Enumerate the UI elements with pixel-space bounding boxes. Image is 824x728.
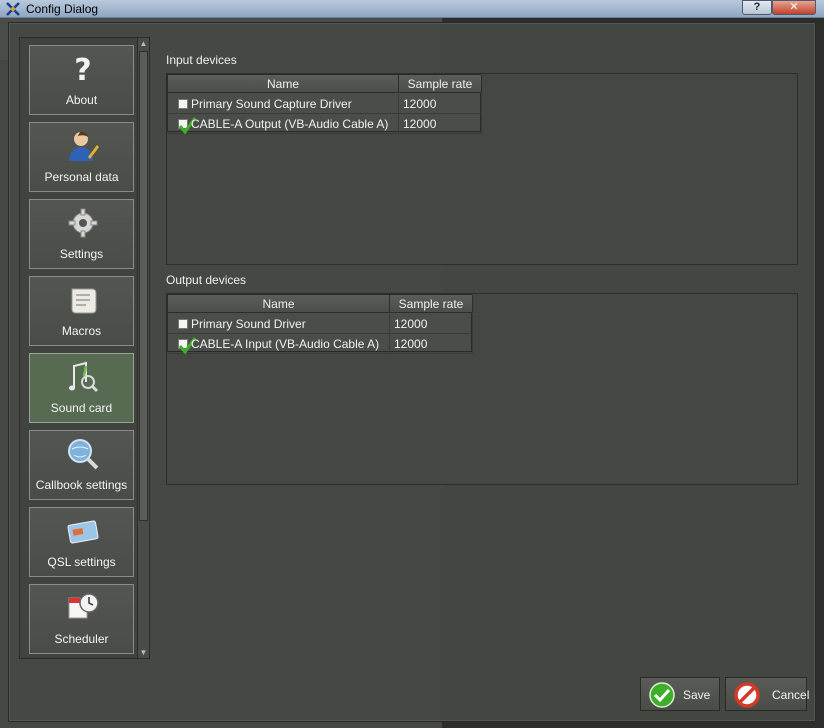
input-devices-group: Name Sample rate Primary Sound Capture D… — [166, 73, 798, 265]
cancel-circle-icon — [734, 682, 760, 708]
save-button[interactable]: Save — [640, 677, 720, 711]
sample-rate-cell[interactable]: 12000 — [390, 334, 473, 354]
help-icon: ? — [74, 53, 91, 86]
calendar-clock-icon — [68, 593, 99, 619]
cancel-button[interactable]: Cancel — [725, 677, 810, 711]
table-row[interactable]: CABLE-A Output (VB-Audio Cable A) — [168, 114, 399, 135]
sidebar-item-settings[interactable]: Settings — [29, 199, 134, 269]
cancel-label: Cancel — [772, 688, 810, 702]
scroll-icon — [71, 288, 97, 314]
title-bar: Config Dialog ? ✕ — [0, 0, 824, 18]
device-checkbox[interactable] — [178, 337, 196, 355]
scroll-up-arrow-icon[interactable]: ▲ — [138, 38, 149, 49]
sidebar-item-qsl-settings[interactable]: QSL settings — [29, 507, 134, 577]
device-name: CABLE-A Output (VB-Audio Cable A) — [191, 117, 389, 131]
save-label: Save — [683, 688, 711, 702]
table-row[interactable]: CABLE-A Input (VB-Audio Cable A) — [168, 334, 390, 355]
column-header-name[interactable]: Name — [168, 295, 390, 313]
sidebar-item-label: Scheduler — [54, 632, 109, 646]
sidebar-item-label: Personal data — [44, 170, 119, 184]
sidebar-item-callbook-settings[interactable]: Callbook settings — [29, 430, 134, 500]
sidebar-item-label: Sound card — [50, 401, 113, 415]
sidebar-item-label: About — [65, 93, 98, 107]
sidebar-item-about[interactable]: ? About — [29, 45, 134, 115]
person-icon — [69, 131, 99, 161]
sidebar-item-scheduler[interactable]: Scheduler — [29, 584, 134, 654]
sidebar-item-label: Settings — [59, 247, 104, 261]
output-devices-group: Name Sample rate Primary Sound Driver 12… — [166, 293, 798, 485]
card-icon — [67, 520, 99, 544]
window-title: Config Dialog — [26, 2, 99, 16]
device-name: Primary Sound Capture Driver — [191, 97, 352, 111]
device-checkbox[interactable] — [178, 319, 188, 329]
column-header-sample-rate[interactable]: Sample rate — [399, 75, 482, 93]
output-devices-table: Name Sample rate Primary Sound Driver 12… — [167, 294, 473, 355]
sidebar-item-personal-data[interactable]: Personal data — [29, 122, 134, 192]
check-circle-icon — [649, 682, 675, 708]
globe-search-icon — [68, 439, 99, 470]
input-devices-title: Input devices — [166, 53, 237, 67]
column-header-name[interactable]: Name — [168, 75, 399, 93]
sidebar-item-label: Callbook settings — [35, 478, 128, 492]
device-checkbox[interactable] — [178, 117, 196, 135]
config-dialog: ? About Personal data Settings Macros So… — [8, 22, 816, 722]
sidebar: ? About Personal data Settings Macros So… — [19, 37, 147, 659]
close-button[interactable]: ✕ — [772, 0, 816, 15]
sidebar-item-macros[interactable]: Macros — [29, 276, 134, 346]
table-row[interactable]: Primary Sound Driver — [168, 314, 390, 334]
music-search-icon — [69, 361, 99, 393]
sidebar-scrollbar[interactable]: ▲ ▼ — [137, 37, 150, 659]
scroll-down-arrow-icon[interactable]: ▼ — [138, 647, 149, 658]
output-devices-title: Output devices — [166, 273, 247, 287]
sidebar-item-label: QSL settings — [47, 555, 116, 569]
device-name: Primary Sound Driver — [191, 317, 306, 331]
help-button[interactable]: ? — [742, 0, 772, 15]
sidebar-item-sound-card[interactable]: Sound card — [29, 353, 134, 423]
gear-icon — [68, 208, 98, 238]
sidebar-item-label: Macros — [61, 324, 102, 338]
table-row[interactable]: Primary Sound Capture Driver — [168, 94, 399, 114]
sample-rate-cell[interactable]: 12000 — [390, 314, 473, 334]
device-name: CABLE-A Input (VB-Audio Cable A) — [191, 337, 380, 351]
input-devices-table: Name Sample rate Primary Sound Capture D… — [167, 74, 482, 135]
app-logo-icon — [6, 2, 20, 16]
scroll-thumb[interactable] — [139, 51, 148, 521]
sample-rate-cell[interactable]: 12000 — [399, 114, 482, 134]
device-checkbox[interactable] — [178, 99, 188, 109]
sample-rate-cell[interactable]: 12000 — [399, 94, 482, 114]
column-header-sample-rate[interactable]: Sample rate — [390, 295, 473, 313]
svg-text:?: ? — [74, 53, 91, 86]
